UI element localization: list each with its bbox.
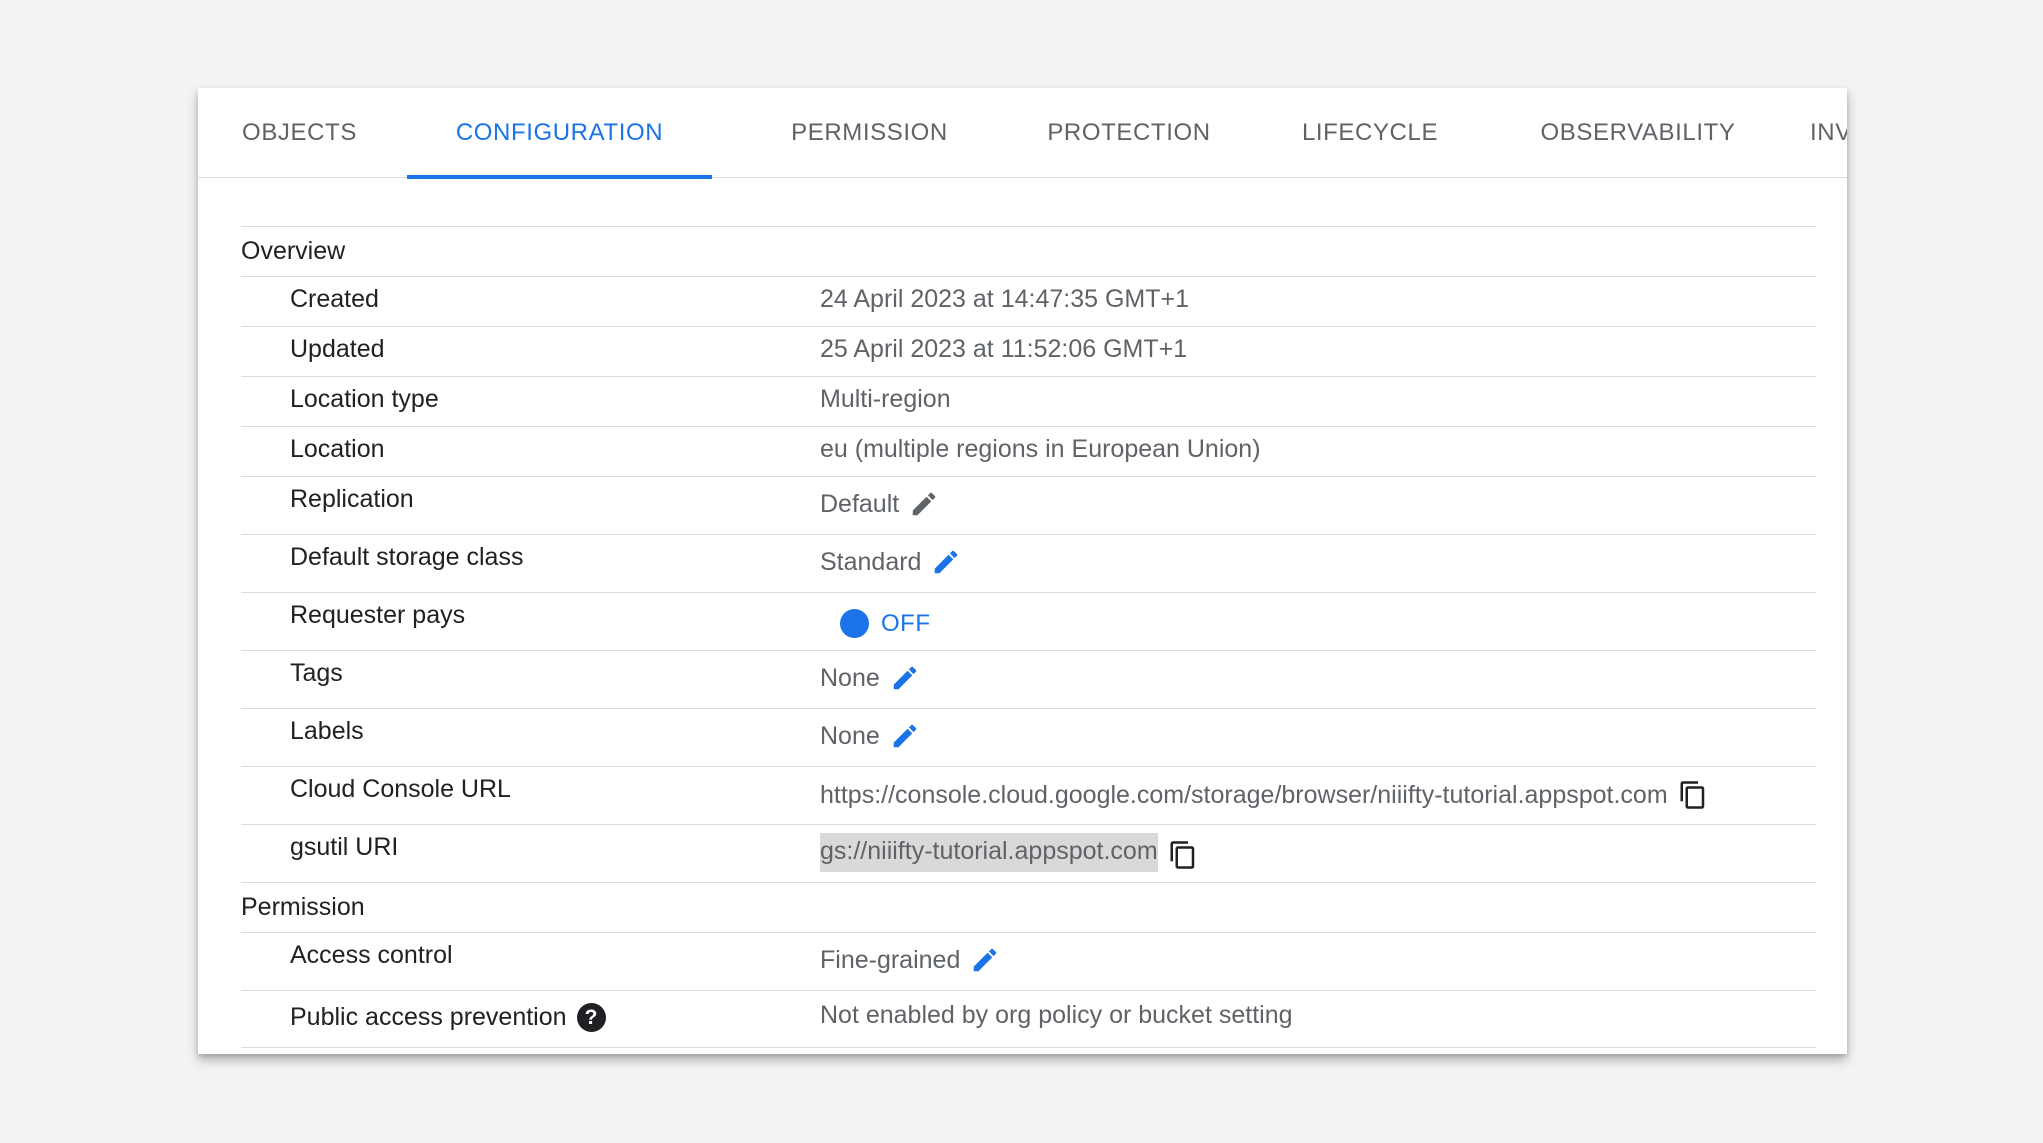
row-label: Location type [290, 385, 439, 413]
tags-value: None [820, 663, 880, 692]
row-label: Cloud Console URL [290, 775, 511, 803]
row-location-type: Location type Multi-region [241, 376, 1816, 426]
row-label-group: Public access prevention ? [290, 1003, 606, 1032]
help-icon[interactable]: ? [576, 1003, 606, 1032]
row-location: Location eu (multiple regions in Europea… [241, 426, 1816, 476]
row-label: Labels [290, 717, 364, 745]
labels-value: None [820, 721, 880, 750]
row-label: Access control [290, 941, 453, 969]
row-label: Location [290, 435, 385, 463]
row-value-group: None [820, 721, 920, 751]
row-label: Replication [290, 485, 414, 513]
row-value: Multi-region [820, 385, 951, 413]
row-gsutil-uri: gsutil URI gs://niiifty-tutorial.appspot… [241, 824, 1816, 882]
row-value: eu (multiple regions in European Union) [820, 435, 1261, 463]
requester-pays-toggle[interactable]: OFF [840, 609, 931, 638]
replication-value: Default [820, 489, 900, 518]
row-console-url: Cloud Console URL https://console.cloud.… [241, 766, 1816, 824]
row-label: Tags [290, 659, 343, 687]
tab-objects[interactable]: OBJECTS [198, 88, 401, 178]
row-value-group: None [820, 663, 920, 693]
storage-class-value: Standard [820, 547, 922, 576]
bucket-details-card: OBJECTS CONFIGURATION PERMISSION PROTECT… [198, 88, 1847, 1054]
gsutil-uri-value[interactable]: gs://niiifty-tutorial.appspot.com [820, 833, 1158, 872]
tab-bar: OBJECTS CONFIGURATION PERMISSION PROTECT… [198, 88, 1847, 179]
row-value-group: Default [820, 489, 939, 519]
row-label: gsutil URI [290, 833, 399, 861]
toggle-state: OFF [881, 609, 931, 637]
edit-tags-pencil-icon[interactable] [890, 663, 920, 693]
row-requester-pays: Requester pays OFF [241, 592, 1816, 650]
row-updated: Updated 25 April 2023 at 11:52:06 GMT+1 [241, 326, 1816, 376]
row-value-group: gs://niiifty-tutorial.appspot.com [820, 833, 1198, 872]
row-storage-class: Default storage class Standard [241, 534, 1816, 592]
edit-storage-class-pencil-icon[interactable] [931, 547, 961, 577]
tab-protection[interactable]: PROTECTION [1004, 88, 1254, 178]
row-value: 25 April 2023 at 11:52:06 GMT+1 [820, 335, 1188, 363]
row-label: Requester pays [290, 601, 466, 629]
row-label: Updated [290, 335, 385, 363]
row-value-group: Fine-grained [820, 945, 1000, 975]
row-replication: Replication Default [241, 476, 1816, 534]
row-labels: Labels None [241, 708, 1816, 766]
row-tags: Tags None [241, 650, 1816, 708]
edit-access-control-pencil-icon[interactable] [970, 945, 1000, 975]
edit-labels-pencil-icon[interactable] [890, 721, 920, 751]
tab-observability[interactable]: OBSERVABILITY [1488, 88, 1788, 178]
row-value-group: Standard [820, 547, 961, 577]
tab-inventory[interactable]: INV [1810, 88, 1847, 178]
row-value: Not enabled by org policy or bucket sett… [820, 1001, 1293, 1029]
section-title: Overview [241, 237, 346, 265]
row-value: 24 April 2023 at 14:47:35 GMT+1 [820, 285, 1189, 313]
access-control-value: Fine-grained [820, 945, 961, 974]
edit-replication-pencil-icon[interactable] [909, 489, 939, 519]
copy-gsutil-uri-icon[interactable] [1168, 839, 1198, 871]
row-label: Default storage class [290, 543, 524, 571]
section-title: Permission [241, 893, 365, 921]
row-value-group: https://console.cloud.google.com/storage… [820, 779, 1708, 811]
copy-console-url-icon[interactable] [1678, 779, 1708, 811]
tab-lifecycle[interactable]: LIFECYCLE [1256, 88, 1484, 178]
public-access-label: Public access prevention [290, 1003, 567, 1031]
tab-configuration[interactable]: CONFIGURATION [407, 88, 712, 179]
row-value-group: OFF [820, 605, 931, 638]
row-created: Created 24 April 2023 at 14:47:35 GMT+1 [241, 276, 1816, 326]
section-permission: Permission [241, 882, 1816, 932]
console-url-value[interactable]: https://console.cloud.google.com/storage… [820, 781, 1668, 810]
tab-permission[interactable]: PERMISSION [748, 88, 991, 178]
toggle-knob [840, 609, 869, 638]
row-public-access-prevention: Public access prevention ? Not enabled b… [241, 990, 1816, 1048]
row-access-control: Access control Fine-grained [241, 932, 1816, 990]
section-overview: Overview [241, 226, 1816, 276]
configuration-table: Overview Created 24 April 2023 at 14:47:… [241, 226, 1816, 1048]
row-label: Created [290, 285, 379, 313]
